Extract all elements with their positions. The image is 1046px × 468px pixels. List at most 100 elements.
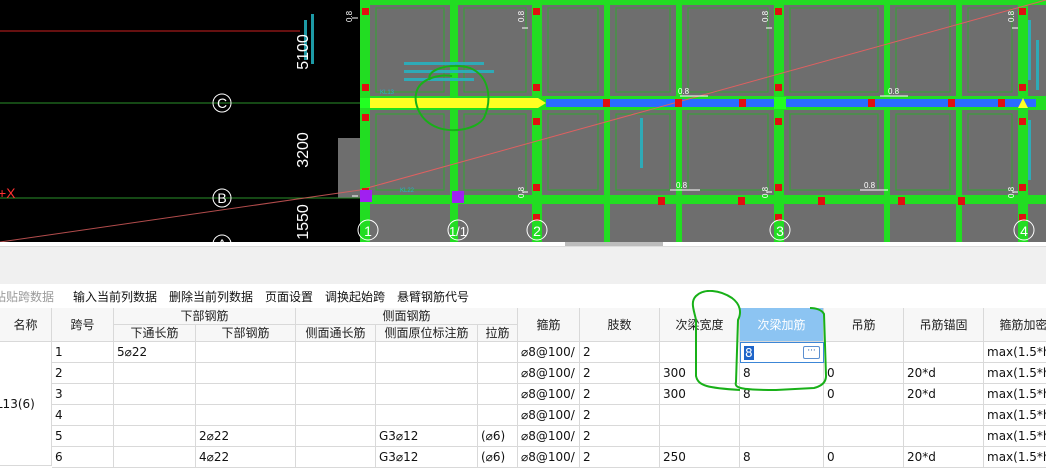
tie-bar-cell[interactable]: (⌀6) xyxy=(478,426,518,447)
swap-start-span-button[interactable]: 调换起始跨 xyxy=(325,288,385,305)
secondary-beam-width-cell[interactable] xyxy=(660,342,740,363)
span-no-cell[interactable]: 2 xyxy=(52,363,114,384)
bottom-through-long-cell[interactable] xyxy=(114,363,196,384)
stirrup-cell[interactable]: ⌀8@100/ xyxy=(518,384,580,405)
col-header-hanger-anchorage[interactable]: 吊筋锚固 xyxy=(904,308,984,342)
panel-splitter[interactable] xyxy=(0,246,1046,285)
tie-bar-cell[interactable]: (⌀6) xyxy=(478,447,518,468)
col-header-legs[interactable]: 肢数 xyxy=(580,308,660,342)
bottom-through-long-cell[interactable] xyxy=(114,426,196,447)
side-through-long-cell[interactable] xyxy=(296,384,376,405)
secondary-beam-rebar-cell[interactable]: 8 xyxy=(740,447,824,468)
secondary-beam-rebar-cell[interactable]: 8 xyxy=(740,384,824,405)
col-header-secondary-beam-width[interactable]: 次梁宽度 xyxy=(660,308,740,342)
secondary-beam-width-cell[interactable] xyxy=(660,405,740,426)
span-no-cell[interactable]: 3 xyxy=(52,384,114,405)
bottom-rebar-cell[interactable] xyxy=(196,342,296,363)
tie-bar-cell[interactable] xyxy=(478,405,518,426)
secondary-beam-width-cell[interactable] xyxy=(660,426,740,447)
stirrup-densified-cell[interactable]: max(1.5*h, xyxy=(984,447,1046,468)
stirrup-densified-cell[interactable]: max(1.5*h, xyxy=(984,363,1046,384)
stirrup-densified-cell[interactable]: max(1.5*h, xyxy=(984,384,1046,405)
stirrup-cell[interactable]: ⌀8@100/ xyxy=(518,426,580,447)
hanger-cell[interactable] xyxy=(824,342,904,363)
secondary-beam-rebar-cell[interactable] xyxy=(740,426,824,447)
side-through-long-cell[interactable] xyxy=(296,426,376,447)
col-header-bottom-through-long[interactable]: 下通长筋 xyxy=(114,325,196,342)
side-through-long-cell[interactable] xyxy=(296,363,376,384)
hanger-cell[interactable]: 0 xyxy=(824,363,904,384)
col-header-name[interactable]: 名称 xyxy=(0,308,52,342)
bottom-rebar-cell[interactable] xyxy=(196,405,296,426)
secondary-beam-width-cell[interactable]: 300 xyxy=(660,384,740,405)
stirrup-densified-cell[interactable]: max(1.5*h, xyxy=(984,342,1046,363)
side-in-situ-cell[interactable]: G3⌀12 xyxy=(376,426,478,447)
side-through-long-cell[interactable] xyxy=(296,405,376,426)
legs-cell[interactable]: 2 xyxy=(580,426,660,447)
span-no-cell[interactable]: 6 xyxy=(52,447,114,468)
tie-bar-cell[interactable] xyxy=(478,342,518,363)
col-header-tie-bar[interactable]: 拉筋 xyxy=(478,325,518,342)
input-current-column-button[interactable]: 输入当前列数据 xyxy=(73,288,157,305)
stirrup-cell[interactable]: ⌀8@100/ xyxy=(518,342,580,363)
stirrup-densified-cell[interactable]: max(1.5*h, xyxy=(984,426,1046,447)
secondary-beam-rebar-cell[interactable] xyxy=(740,405,824,426)
hanger-cell[interactable]: 0 xyxy=(824,447,904,468)
col-header-stirrup[interactable]: 箍筋 xyxy=(518,308,580,342)
tie-bar-cell[interactable] xyxy=(478,384,518,405)
side-through-long-cell[interactable] xyxy=(296,447,376,468)
bottom-rebar-cell[interactable]: 4⌀22 xyxy=(196,447,296,468)
stirrup-cell[interactable]: ⌀8@100/ xyxy=(518,447,580,468)
tie-bar-cell[interactable] xyxy=(478,363,518,384)
side-in-situ-cell[interactable] xyxy=(376,384,478,405)
bottom-rebar-cell[interactable] xyxy=(196,363,296,384)
bottom-through-long-cell[interactable]: 5⌀22 xyxy=(114,342,196,363)
legs-cell[interactable]: 2 xyxy=(580,447,660,468)
secondary-beam-rebar-input[interactable]: 8 xyxy=(744,346,754,360)
side-in-situ-cell[interactable] xyxy=(376,342,478,363)
span-no-cell[interactable]: 1 xyxy=(52,342,114,363)
cantilever-code-button[interactable]: 悬臂钢筋代号 xyxy=(397,288,469,305)
hanger-cell[interactable]: 0 xyxy=(824,384,904,405)
stirrup-cell[interactable]: ⌀8@100/ xyxy=(518,405,580,426)
bottom-rebar-cell[interactable] xyxy=(196,384,296,405)
col-header-stirrup-densified[interactable]: 箍筋加密 xyxy=(984,308,1046,342)
legs-cell[interactable]: 2 xyxy=(580,342,660,363)
stirrup-densified-cell[interactable]: max(1.5*h, xyxy=(984,405,1046,426)
hanger-anchorage-cell[interactable]: 20*d xyxy=(904,384,984,405)
delete-current-column-button[interactable]: 删除当前列数据 xyxy=(169,288,253,305)
more-options-button[interactable]: ··· xyxy=(803,346,820,359)
secondary-beam-rebar-editor[interactable]: 8 ··· xyxy=(740,342,824,363)
hanger-cell[interactable] xyxy=(824,405,904,426)
beam-name-cell[interactable]: KL13(6) xyxy=(0,342,52,466)
bottom-through-long-cell[interactable] xyxy=(114,384,196,405)
legs-cell[interactable]: 2 xyxy=(580,384,660,405)
hanger-anchorage-cell[interactable] xyxy=(904,342,984,363)
hanger-anchorage-cell[interactable] xyxy=(904,426,984,447)
cad-drawing-canvas[interactable]: C B A 1 1/1 2 3 4 5100 3200 1550 +X 0.8 … xyxy=(0,0,1046,246)
secondary-beam-width-cell[interactable]: 250 xyxy=(660,447,740,468)
col-header-secondary-beam-rebar[interactable]: 次梁加筋 xyxy=(740,308,824,342)
paste-span-data-button[interactable]: 粘贴跨数据 xyxy=(0,288,54,305)
col-header-side-through-long[interactable]: 侧面通长筋 xyxy=(296,325,376,342)
col-header-span-no[interactable]: 跨号 xyxy=(52,308,114,342)
side-in-situ-cell[interactable] xyxy=(376,405,478,426)
stirrup-cell[interactable]: ⌀8@100/ xyxy=(518,363,580,384)
side-through-long-cell[interactable] xyxy=(296,342,376,363)
hanger-cell[interactable] xyxy=(824,426,904,447)
side-in-situ-cell[interactable] xyxy=(376,363,478,384)
legs-cell[interactable]: 2 xyxy=(580,405,660,426)
hanger-anchorage-cell[interactable]: 20*d xyxy=(904,447,984,468)
col-header-side-in-situ[interactable]: 侧面原位标注筋 xyxy=(376,325,478,342)
hanger-anchorage-cell[interactable] xyxy=(904,405,984,426)
side-in-situ-cell[interactable]: G3⌀12 xyxy=(376,447,478,468)
secondary-beam-width-cell[interactable]: 300 xyxy=(660,363,740,384)
col-header-bottom-rebar[interactable]: 下部钢筋 xyxy=(196,325,296,342)
secondary-beam-rebar-cell[interactable]: 8 xyxy=(740,363,824,384)
col-header-hanger[interactable]: 吊筋 xyxy=(824,308,904,342)
bottom-rebar-cell[interactable]: 2⌀22 xyxy=(196,426,296,447)
bottom-through-long-cell[interactable] xyxy=(114,447,196,468)
bottom-through-long-cell[interactable] xyxy=(114,405,196,426)
span-no-cell[interactable]: 4 xyxy=(52,405,114,426)
span-no-cell[interactable]: 5 xyxy=(52,426,114,447)
